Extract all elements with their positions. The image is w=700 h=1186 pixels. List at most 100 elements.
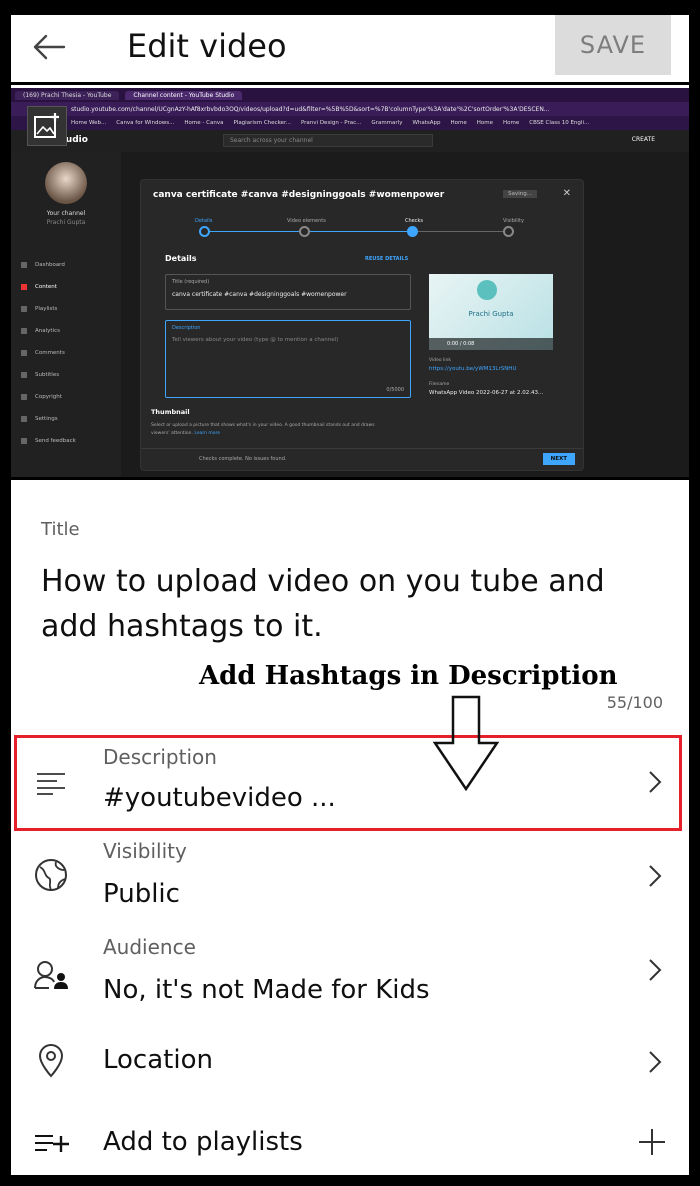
bookmark[interactable]: Plagiarism Checker...	[233, 120, 290, 126]
description-row[interactable]: Description #youtubevideo ...	[11, 739, 689, 829]
add-image-icon[interactable]	[27, 106, 67, 146]
learn-more-link[interactable]: Learn more	[194, 431, 220, 436]
location-value: Location	[103, 1045, 213, 1075]
description-counter: 0/5000	[386, 387, 404, 393]
channel-label: Your channel	[46, 210, 86, 217]
sidebar-item-label: Content	[35, 284, 57, 290]
saving-badge: Saving...	[503, 190, 537, 198]
plus-icon	[637, 1127, 667, 1157]
close-icon[interactable]: ✕	[563, 188, 571, 199]
player-controls[interactable]: 0:00 / 0:08	[429, 338, 553, 350]
sidebar-item-settings[interactable]: Settings	[21, 416, 58, 422]
video-preview[interactable]: Prachi Gupta 0:00 / 0:08	[429, 274, 553, 350]
description-label: Description	[103, 745, 217, 769]
next-button[interactable]: NEXT	[542, 453, 575, 465]
studio-sidebar: Your channel Prachi Gupta Dashboard Cont…	[11, 152, 121, 477]
sidebar-item-content[interactable]: Content	[21, 284, 57, 290]
bookmark[interactable]: Canva for Windows...	[116, 120, 174, 126]
visibility-row[interactable]: Visibility Public	[11, 835, 689, 925]
arrow-left-icon	[33, 34, 66, 60]
title-char-counter: 55/100	[606, 693, 663, 712]
step-details[interactable]	[199, 226, 210, 237]
reuse-details-button[interactable]: REUSE DETAILS	[365, 256, 408, 262]
badge-icon	[477, 280, 497, 300]
sidebar-item-label: Send feedback	[35, 438, 76, 444]
browser-address-bar[interactable]: studio.youtube.com/channel/UCgnAzY-hAf8x…	[11, 102, 689, 116]
bookmark[interactable]: Home - Canva	[184, 120, 223, 126]
thumbnail-description: Select or upload a picture that shows wh…	[151, 423, 375, 436]
save-button[interactable]: SAVE	[555, 15, 671, 75]
app-bar: Edit video SAVE	[11, 15, 689, 85]
bookmark[interactable]: Grammarly	[371, 120, 402, 126]
sidebar-item-label: Dashboard	[35, 262, 65, 268]
browser-tab-bar: (169) Prachi Thesia - YouTube Channel co…	[11, 88, 689, 102]
step-label: Details	[195, 218, 213, 224]
details-heading: Details	[165, 254, 197, 263]
video-thumbnail-preview[interactable]: (169) Prachi Thesia - YouTube Channel co…	[11, 88, 689, 480]
sidebar-item-playlists[interactable]: Playlists	[21, 306, 57, 312]
copyright-icon	[21, 394, 27, 400]
bookmark[interactable]: WhatsApp	[412, 120, 440, 126]
thumbnail-heading: Thumbnail	[151, 408, 190, 416]
playlists-value: Add to playlists	[103, 1127, 303, 1157]
filename: WhatsApp Video 2022-06-27 at 2.02.43...	[429, 390, 544, 396]
arrow-down-icon	[432, 695, 500, 791]
title-input[interactable]: How to upload video on you tube and add …	[41, 559, 641, 649]
bookmark[interactable]: Pranvi Design - Prac...	[301, 120, 361, 126]
step-checks[interactable]	[407, 226, 418, 237]
checks-status: Checks complete. No issues found.	[199, 456, 287, 462]
studio-search-input[interactable]: Search across your channel	[223, 134, 433, 147]
sidebar-item-label: Playlists	[35, 306, 58, 312]
audience-icon	[33, 957, 69, 993]
bookmark[interactable]: CBSE Class 10 Engli...	[529, 120, 589, 126]
visibility-label: Visibility	[103, 839, 187, 863]
audience-row[interactable]: Audience No, it's not Made for Kids	[11, 933, 689, 1025]
bookmark[interactable]: Home	[477, 120, 493, 126]
feedback-icon	[21, 438, 27, 444]
dialog-title: canva certificate #canva #designinggoals…	[153, 190, 445, 200]
chevron-right-icon	[643, 767, 667, 797]
subtitles-icon	[21, 372, 27, 378]
location-pin-icon	[33, 1043, 69, 1079]
channel-avatar[interactable]	[45, 162, 87, 204]
sidebar-item-comments[interactable]: Comments	[21, 350, 65, 356]
create-button[interactable]: CREATE	[632, 136, 655, 143]
bookmark[interactable]: Home	[451, 120, 467, 126]
sidebar-item-subtitles[interactable]: Subtitles	[21, 372, 59, 378]
bookmark[interactable]: Home	[503, 120, 519, 126]
browser-tab[interactable]: Channel content - YouTube Studio	[125, 90, 243, 100]
chevron-right-icon	[643, 861, 667, 891]
step-label: Video elements	[287, 218, 326, 224]
bookmarks-bar: Home Web... Canva for Windows... Home - …	[11, 116, 689, 130]
bookmark[interactable]: Home Web...	[71, 120, 106, 126]
video-link[interactable]: https://youtu.be/yWM13LrSNHU	[429, 366, 516, 372]
channel-name: Prachi Gupta	[46, 219, 86, 226]
sidebar-item-analytics[interactable]: Analytics	[21, 328, 60, 334]
thumbnail-text: Select or upload a picture that shows wh…	[151, 422, 391, 438]
step-label: Visibility	[503, 218, 524, 224]
sidebar-item-label: Comments	[35, 350, 65, 356]
browser-tab[interactable]: (169) Prachi Thesia - YouTube	[15, 90, 120, 100]
description-field[interactable]: Description Tell viewers about your vide…	[165, 320, 411, 398]
sidebar-item-copyright[interactable]: Copyright	[21, 394, 62, 400]
location-row[interactable]: Location	[11, 1035, 689, 1095]
step-label: Checks	[405, 218, 423, 224]
page-title: Edit video	[127, 27, 287, 65]
back-button[interactable]	[29, 29, 69, 65]
description-lines-icon	[33, 765, 69, 801]
audience-label: Audience	[103, 935, 196, 959]
sidebar-item-label: Copyright	[35, 394, 62, 400]
upload-details-dialog: canva certificate #canva #designinggoals…	[141, 180, 583, 470]
title-field-value: canva certificate #canva #designinggoals…	[172, 291, 347, 298]
playlists-icon	[21, 306, 27, 312]
step-video-elements[interactable]	[299, 226, 310, 237]
visibility-value: Public	[103, 879, 180, 909]
sidebar-item-feedback[interactable]: Send feedback	[21, 438, 76, 444]
annotation-text: Add Hashtags in Description	[199, 661, 618, 691]
playlists-row[interactable]: Add to playlists	[11, 1113, 689, 1173]
step-visibility[interactable]	[503, 226, 514, 237]
title-field[interactable]: Title (required) canva certificate #canv…	[165, 274, 411, 310]
sidebar-item-dashboard[interactable]: Dashboard	[21, 262, 65, 268]
preview-name: Prachi Gupta	[468, 310, 514, 318]
video-link-label: Video link	[429, 358, 451, 363]
